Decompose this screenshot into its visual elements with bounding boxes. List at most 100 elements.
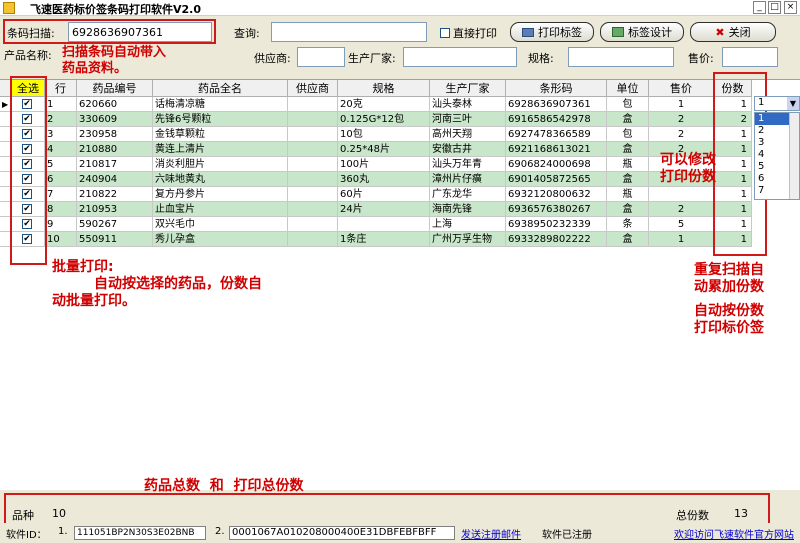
cell-row: 1 [45, 97, 77, 112]
cell-code: 210817 [77, 157, 153, 172]
table-row[interactable]: ✔ 2 330609 先锋6号颗粒 0.125G*12包 河南三叶 691658654297… [0, 112, 752, 127]
label-design-label: 标签设计 [628, 26, 672, 39]
cell-supplier [288, 97, 338, 112]
window-title: 飞速医药标价签条码打印软件V2.0 [30, 3, 201, 16]
direct-print-box[interactable] [440, 28, 450, 38]
kinds-value: 10 [52, 507, 66, 520]
cell-barcode: 6933289802222 [506, 232, 607, 247]
cell-price [649, 187, 714, 202]
table-row[interactable]: ✔ 5 210817 消炎利胆片 100片 汕头万年青 6906824000698 瓶 1 [0, 157, 752, 172]
cell-code: 230958 [77, 127, 153, 142]
chevron-down-icon[interactable]: ▼ [787, 97, 799, 110]
cell-code: 330609 [77, 112, 153, 127]
summary-bar: 品种 10 总份数 13 [0, 493, 800, 525]
query-label: 查询: [234, 27, 260, 40]
cell-code: 590267 [77, 217, 153, 232]
table-row[interactable]: ✔ 6 240904 六味地黄丸 360丸 漳州片仔癀 6901405872565 盒 1 [0, 172, 752, 187]
footer: 软件ID： 1. 111051BP2N30S3E02BNB 2. 0001067… [0, 523, 800, 543]
minimize-button[interactable]: _ [753, 1, 766, 14]
cell-name: 复方丹参片 [153, 187, 288, 202]
cell-unit: 包 [607, 97, 649, 112]
scan-label: 条码扫描: [7, 27, 55, 40]
registered-status: 软件已注册 [542, 530, 592, 541]
repeat-annotation: 重复扫描自 动累加份数 [694, 262, 764, 295]
spec-label: 规格: [528, 52, 554, 65]
cell-maker: 安徽古井 [430, 142, 506, 157]
cell-row: 2 [45, 112, 77, 127]
modify-annotation: 可以修改 打印份数 [660, 152, 716, 185]
cell-spec: 10包 [338, 127, 430, 142]
qty-options-list[interactable]: 1234567 [754, 112, 800, 200]
cell-name: 话梅清凉糖 [153, 97, 288, 112]
send-registration-link[interactable]: 发送注册邮件 [461, 526, 521, 541]
scan-input[interactable]: 6928636907361 [68, 22, 212, 42]
cell-spec: 1条庄 [338, 232, 430, 247]
label-design-button[interactable]: 标签设计 [600, 22, 684, 42]
qty-options-scrollbar[interactable] [789, 113, 799, 199]
cell-unit: 瓶 [607, 187, 649, 202]
table-row[interactable]: ✔ 4 210880 黄连上清片 0.25*48片 安徽古井 6921168613021 盒 2… [0, 142, 752, 157]
cell-spec: 0.125G*12包 [338, 112, 430, 127]
cell-spec [338, 217, 430, 232]
direct-print-label: 直接打印 [453, 27, 497, 40]
cell-spec: 100片 [338, 157, 430, 172]
cell-barcode: 6906824000698 [506, 157, 607, 172]
cell-barcode: 6928636907361 [506, 97, 607, 112]
cell-maker: 汕头泰林 [430, 97, 506, 112]
software-id-label: 软件ID： [6, 530, 47, 541]
cell-maker: 汕头万年青 [430, 157, 506, 172]
cell-row: 4 [45, 142, 77, 157]
id-field1[interactable]: 111051BP2N30S3E02BNB [74, 526, 206, 540]
query-input[interactable] [271, 22, 427, 42]
product-name-label: 产品名称: [4, 49, 52, 62]
table-row[interactable]: ✔ 8 210953 止血宝片 24片 海南先锋 6936576380267 盒 2 1 [0, 202, 752, 217]
batch-body-annotation: 自动按选择的药品，份数自 动批量打印。 [52, 276, 262, 309]
cell-row: 3 [45, 127, 77, 142]
cell-name: 止血宝片 [153, 202, 288, 217]
cell-price: 2 [649, 112, 714, 127]
header-unit: 单位 [607, 80, 649, 97]
cell-row: 9 [45, 217, 77, 232]
cell-spec: 20克 [338, 97, 430, 112]
price-label: 售价: [688, 52, 714, 65]
cell-barcode: 6938950232339 [506, 217, 607, 232]
id-field2[interactable]: 0001067A010208000400E31DBFEBFBFF [229, 526, 455, 540]
cell-row: 7 [45, 187, 77, 202]
close-window-button[interactable]: × [784, 1, 797, 14]
cell-row: 6 [45, 172, 77, 187]
direct-print-checkbox[interactable]: 直接打印 [440, 25, 497, 41]
close-icon: ✖ [715, 25, 725, 39]
cell-unit: 盒 [607, 112, 649, 127]
cell-supplier [288, 112, 338, 127]
cell-maker: 海南先锋 [430, 202, 506, 217]
table-row[interactable]: ▶ ✔ 1 620660 话梅清凉糖 20克 汕头泰林 6928636907361 包 1 1 [0, 97, 752, 112]
table-row[interactable]: ✔ 9 590267 双兴毛巾 上海 6938950232339 条 5 1 [0, 217, 752, 232]
header-supplier: 供应商 [288, 80, 338, 97]
cell-unit: 包 [607, 127, 649, 142]
spec-input[interactable] [568, 47, 674, 67]
cell-name: 先锋6号颗粒 [153, 112, 288, 127]
cell-supplier [288, 202, 338, 217]
cell-barcode: 6932120800632 [506, 187, 607, 202]
header-spec: 规格 [338, 80, 430, 97]
maximize-button[interactable]: □ [768, 1, 781, 14]
table-row[interactable]: ✔ 3 230958 金钱草颗粒 10包 高州天翔 6927478366589 包 2 1 [0, 127, 752, 142]
table-row[interactable]: ✔ 7 210822 复方丹参片 60片 广东龙华 6932120800632 瓶 1 [0, 187, 752, 202]
cell-price: 1 [649, 97, 714, 112]
supplier-input[interactable] [297, 47, 345, 67]
cell-supplier [288, 142, 338, 157]
header-barcode: 条形码 [506, 80, 607, 97]
qty-select[interactable]: 1 ▼ [754, 96, 800, 111]
cell-code: 240904 [77, 172, 153, 187]
maker-input[interactable] [403, 47, 517, 67]
summary-highlight-box [4, 493, 770, 525]
table-row[interactable]: ✔ 10 550911 秀儿孕盒 1条庄 广州万孚生物 6933289802222 盒 1 1 [0, 232, 752, 247]
close-button[interactable]: ✖ 关闭 [690, 22, 776, 42]
cell-supplier [288, 172, 338, 187]
cell-row: 10 [45, 232, 77, 247]
printer-icon [522, 27, 534, 37]
official-site-link[interactable]: 欢迎访问飞速软件官方网站 [674, 526, 794, 541]
app-icon [3, 2, 15, 14]
print-labels-button[interactable]: 打印标签 [510, 22, 594, 42]
price-input[interactable] [722, 47, 778, 67]
